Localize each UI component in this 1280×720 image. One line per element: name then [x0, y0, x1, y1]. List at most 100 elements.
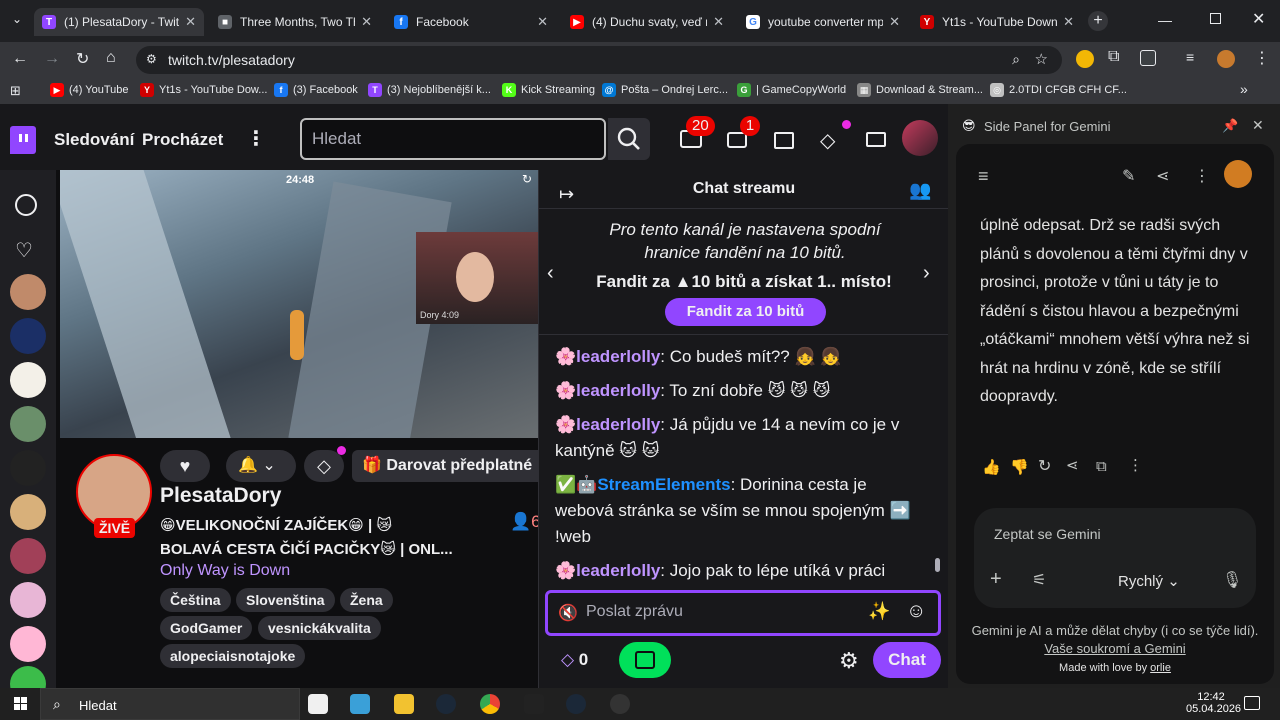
more-options-icon[interactable]: ⋮: [1194, 166, 1210, 186]
channel-points[interactable]: ◇ 0: [561, 650, 588, 670]
chat-username[interactable]: leaderlolly: [576, 561, 660, 580]
stream-tag[interactable]: Žena: [340, 588, 393, 612]
media-queue-icon[interactable]: ≡: [1186, 49, 1194, 65]
thumbs-up-icon[interactable]: 👍: [982, 458, 1001, 476]
app-icon[interactable]: [524, 694, 544, 714]
bookmark-item[interactable]: @ Pošta – Ondrej Lerc...: [602, 83, 728, 97]
taskbar-search[interactable]: ⌕ Hledat: [40, 688, 300, 720]
bits-button[interactable]: ◇: [304, 450, 344, 482]
mute-icon[interactable]: 🔇: [558, 603, 578, 623]
windows-start-icon[interactable]: [14, 697, 28, 711]
channel-name[interactable]: PlesataDory: [160, 484, 281, 508]
close-tab-icon[interactable]: ✕: [1063, 14, 1074, 30]
mode-selector[interactable]: Rychlý ⌄: [1118, 572, 1180, 590]
browser-tab[interactable]: Y Yt1s - YouTube Downlo... ✕: [912, 8, 1082, 36]
privacy-link[interactable]: Vaše soukromí a Gemini: [1044, 641, 1185, 656]
bookmark-item[interactable]: K Kick Streaming: [502, 83, 595, 97]
channel-avatar[interactable]: [10, 582, 46, 618]
apps-grid-icon[interactable]: ⊞: [10, 83, 21, 99]
chat-username[interactable]: leaderlolly: [576, 347, 660, 366]
channel-avatar[interactable]: [10, 494, 46, 530]
browser-menu-icon[interactable]: ⋮: [1254, 48, 1270, 68]
minimize-button[interactable]: —: [1158, 12, 1172, 28]
bookmark-item[interactable]: Y Yt1s - YouTube Dow...: [140, 83, 267, 97]
emote-picker-icon[interactable]: ☺: [906, 600, 926, 623]
channel-avatar[interactable]: [10, 538, 46, 574]
media-player-icon[interactable]: [610, 694, 630, 714]
address-bar[interactable]: ⚙ twitch.tv/plesatadory ⌕ ☆: [136, 46, 1062, 74]
share-response-icon[interactable]: ⋖: [1066, 456, 1079, 474]
tab-search-icon[interactable]: ⌄: [8, 12, 26, 30]
cheer-button[interactable]: Fandit za 10 bitů: [665, 298, 826, 326]
chat-username[interactable]: leaderlolly: [576, 415, 660, 434]
nav-following[interactable]: Sledování: [54, 130, 134, 150]
prime-crown-icon[interactable]: [866, 132, 886, 147]
steam-icon[interactable]: [566, 694, 586, 714]
bookmark-item[interactable]: G | GameCopyWorld: [737, 83, 846, 97]
stream-tag[interactable]: Slovenština: [236, 588, 335, 612]
search-input[interactable]: Hledat: [300, 118, 606, 160]
close-window-button[interactable]: ✕: [1252, 9, 1265, 29]
close-tab-icon[interactable]: ✕: [361, 14, 372, 30]
clock[interactable]: 12:42 05.04.2026: [1186, 691, 1241, 715]
bookmark-item[interactable]: ▶ (4) YouTube: [50, 83, 129, 97]
file-explorer-icon[interactable]: [394, 694, 414, 714]
bookmark-star-icon[interactable]: ☆: [1035, 50, 1048, 68]
bookmark-item[interactable]: ◎ 2.0TDI CFGB CFH CF...: [990, 83, 1127, 97]
copy-icon[interactable]: ⧉: [1096, 458, 1107, 475]
channel-avatar[interactable]: [10, 450, 46, 486]
new-tab-button[interactable]: +: [1088, 11, 1108, 31]
notification-center-icon[interactable]: [1244, 696, 1260, 710]
gemini-menu-icon[interactable]: ≡: [978, 166, 989, 187]
send-chat-button[interactable]: Chat: [873, 642, 941, 678]
channel-avatar[interactable]: [10, 362, 46, 398]
chat-username[interactable]: StreamElements: [597, 475, 730, 494]
gemini-profile-avatar[interactable]: [1224, 160, 1252, 188]
chevron-right-icon[interactable]: ›: [923, 262, 930, 285]
bookmark-item[interactable]: ▦ Download & Stream...: [857, 83, 983, 97]
bookmark-item[interactable]: f (3) Facebook: [274, 83, 358, 97]
close-tab-icon[interactable]: ✕: [713, 14, 724, 30]
collapse-sidebar-icon[interactable]: [15, 194, 37, 216]
game-link[interactable]: Only Way is Down: [160, 562, 290, 580]
close-tab-icon[interactable]: ✕: [537, 14, 548, 30]
more-bookmarks-icon[interactable]: »: [1240, 81, 1248, 97]
notification-bell-button[interactable]: 🔔 ⌄: [226, 450, 296, 482]
video-player[interactable]: 24:48 ↻ Dory 4:09: [60, 170, 538, 438]
steam-icon[interactable]: [436, 694, 456, 714]
cheer-icon[interactable]: ✨: [868, 601, 890, 622]
microphone-icon[interactable]: 🎙: [1222, 570, 1242, 590]
channel-avatar[interactable]: [10, 318, 46, 354]
channel-avatar[interactable]: [10, 274, 46, 310]
unpin-icon[interactable]: 📌: [1222, 118, 1238, 134]
browser-tab[interactable]: f Facebook ✕: [386, 8, 556, 36]
gemini-prompt-box[interactable]: Zeptat se Gemini + ⚟ Rychlý ⌄ 🎙: [974, 508, 1256, 608]
tools-icon[interactable]: ⚟: [1032, 570, 1046, 590]
chrome-icon[interactable]: [480, 694, 500, 714]
scroll-thumb[interactable]: [935, 558, 940, 572]
chat-input[interactable]: 🔇 Poslat zprávu ✨ ☺: [545, 590, 941, 636]
chat-settings-icon[interactable]: ⚙: [839, 648, 859, 674]
close-tab-icon[interactable]: ✕: [889, 14, 900, 30]
channel-avatar[interactable]: [10, 626, 46, 662]
nav-browse[interactable]: Procházet: [142, 130, 223, 150]
zoom-icon[interactable]: ⌕: [1012, 51, 1020, 68]
follow-heart-button[interactable]: ♥: [160, 450, 210, 482]
profile-avatar[interactable]: [1217, 50, 1235, 68]
reload-icon[interactable]: ↻: [76, 49, 89, 69]
regenerate-icon[interactable]: ↻: [1038, 456, 1051, 476]
forward-arrow-icon[interactable]: →: [44, 50, 60, 68]
browser-tab[interactable]: Gyoutube converter mp3 ... ✕: [738, 8, 908, 36]
extension-emoji-icon[interactable]: [1076, 50, 1094, 68]
response-more-icon[interactable]: ⋮: [1128, 456, 1143, 474]
share-icon[interactable]: ⋖: [1156, 166, 1169, 186]
browser-tab[interactable]: T (1) PlesataDory - Twitch ✕: [34, 8, 204, 36]
whispers-icon[interactable]: [774, 132, 794, 149]
photos-icon[interactable]: [350, 694, 370, 714]
user-avatar[interactable]: [902, 120, 938, 156]
search-button[interactable]: [608, 118, 650, 160]
close-panel-icon[interactable]: ✕: [1252, 117, 1264, 134]
twitch-logo-icon[interactable]: [10, 126, 36, 154]
stream-tag[interactable]: GodGamer: [160, 616, 253, 640]
channel-avatar[interactable]: [10, 406, 46, 442]
